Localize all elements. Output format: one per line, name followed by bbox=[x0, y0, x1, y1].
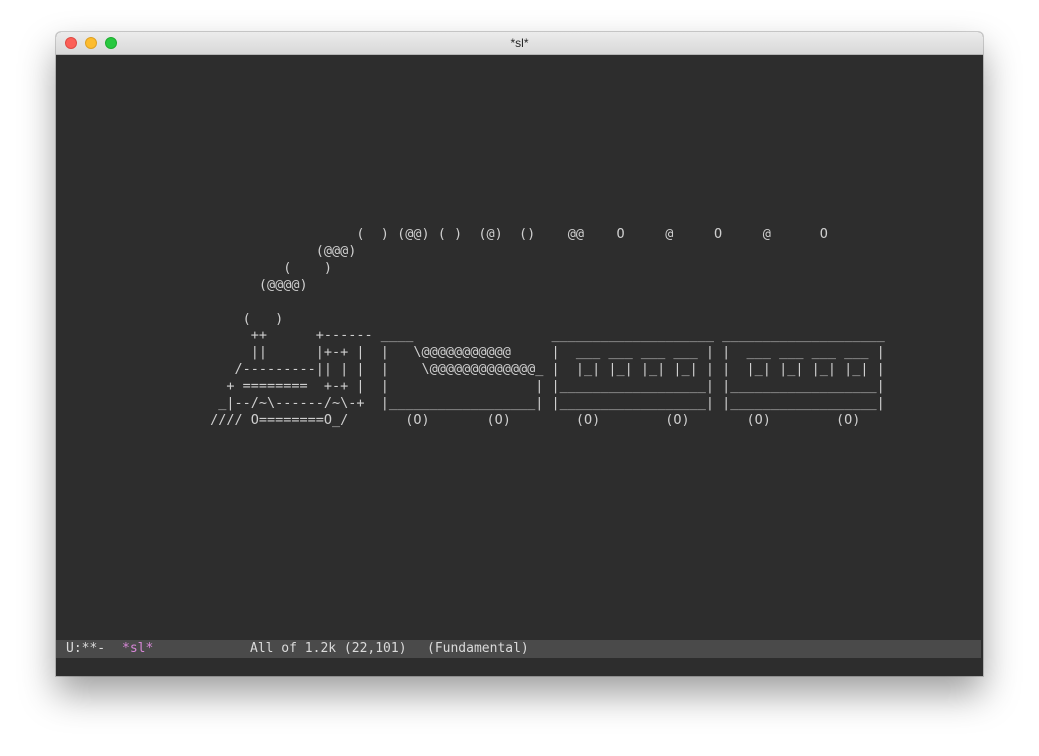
mode-line[interactable]: U:**- *sl* All of 1.2k (22,101) (Fundame… bbox=[56, 640, 981, 658]
steam-locomotive-ascii-art: ( ) (@@) ( ) (@) () @@ O @ O @ O (@@@) (… bbox=[210, 226, 885, 428]
emacs-window: *sl* ( ) (@@) ( ) (@) () @@ O @ O @ O (@… bbox=[56, 32, 983, 676]
buffer-state-indicator: U:**- bbox=[66, 641, 106, 656]
minibuffer[interactable] bbox=[56, 658, 983, 676]
window-title: *sl* bbox=[510, 36, 529, 50]
buffer-name[interactable]: *sl* bbox=[122, 640, 153, 658]
title-bar[interactable]: *sl* bbox=[56, 32, 983, 55]
major-mode[interactable]: (Fundamental) bbox=[427, 640, 529, 658]
editor-buffer[interactable]: ( ) (@@) ( ) (@) () @@ O @ O @ O (@@@) (… bbox=[56, 55, 983, 640]
buffer-position: All of 1.2k (22,101) bbox=[250, 641, 407, 656]
